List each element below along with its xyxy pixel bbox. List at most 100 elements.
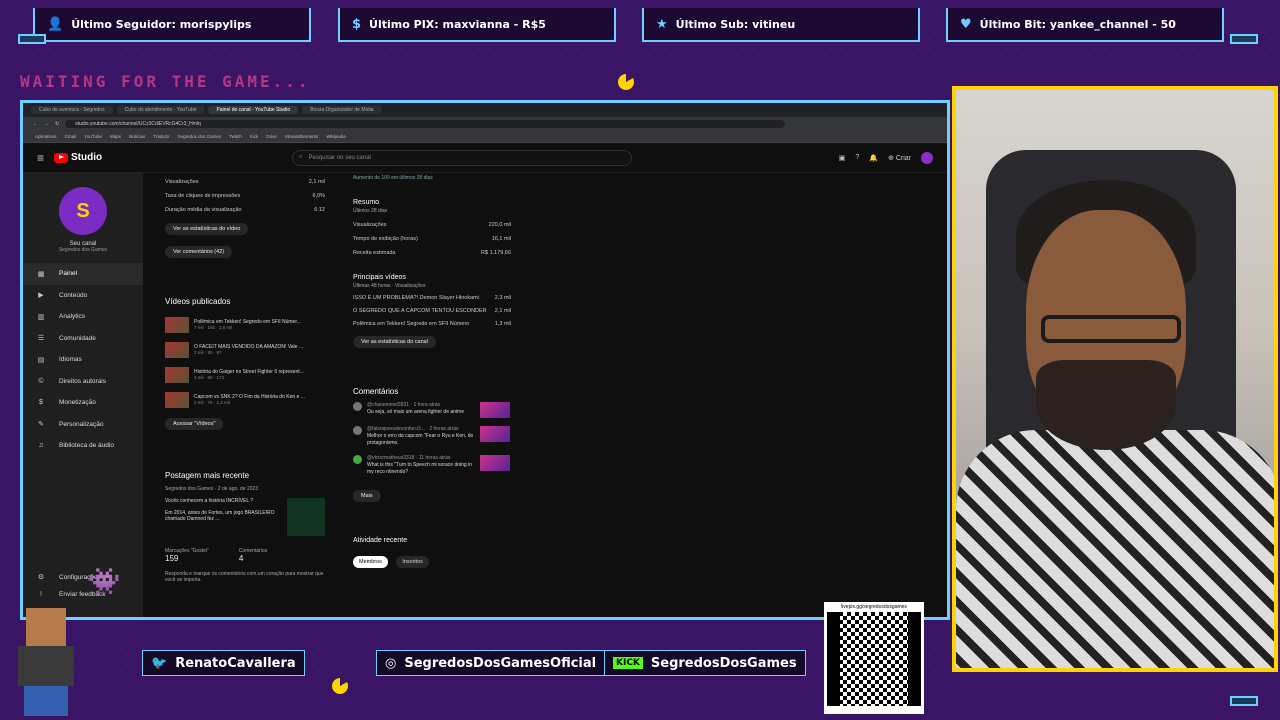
post-reply-hint: Responda e marque os comentários com um … [165,571,324,583]
sidebar-item-audio-library[interactable]: ♫ Biblioteca de áudio [23,435,143,457]
corner-decoration [1230,696,1258,706]
sidebar-item-copyright[interactable]: © Direitos autorais [23,371,143,393]
browser-tab[interactable]: Cubo do atendimento - YouTube [116,106,205,114]
sidebar-item-label: Conteúdo [59,291,88,299]
create-button[interactable]: ⊕ Criar [888,154,911,162]
search-placeholder: Pesquisar no seu canal [308,154,371,161]
comments-button[interactable]: Ver comentários (42) [165,246,233,258]
hamburger-menu-icon[interactable]: ≡ [37,151,44,165]
video-item[interactable]: Capcom vs SNK 2? O Fim da História do Ke… [165,387,325,412]
sidebar-item-content[interactable]: ▶ Conteúdo [23,285,143,307]
browser-tabs: Cubo de aventura - Segredos Cubo do aten… [23,103,947,117]
video-meta: 3 mil · 60 · 173 [194,375,225,381]
wand-icon: ✎ [38,421,44,429]
post-image[interactable] [287,498,325,536]
stat-row: Visualizações 2,1 mil [165,175,325,189]
studio-header: ≡ Studio ⌕ Pesquisar no seu canal ▣ ? 🔔 … [23,143,947,173]
comment-item[interactable]: @victormatheus3318 · 11 horas atrás What … [353,455,511,476]
bookmark[interactable]: Twitch [229,134,242,139]
stat-label: Taxa de cliques de impressões [165,193,241,199]
access-videos-button[interactable]: Acessar "Vídeos" [165,418,224,430]
comment-item[interactable]: @chaoemmel3831 · 1 hora atrás Ou seja, só… [353,402,511,418]
top-video-views: 1,3 mil [494,320,511,327]
channel-stats-button[interactable]: Ver as estatísticas do canal [353,336,436,348]
streamer-beard [1036,360,1176,450]
copyright-icon: © [38,377,44,385]
stat-value: 6:12 [314,207,325,213]
sidebar-item-community[interactable]: ☰ Comunidade [23,328,143,350]
sidebar-item-analytics[interactable]: ▥ Analytics [23,306,143,328]
live-icon[interactable]: ▣ [839,154,846,162]
help-icon[interactable]: ? [855,154,859,161]
post-text: Em 2014, antes de Fortes, um jogo BRASIL… [165,510,275,522]
search-icon: ⌕ [299,154,303,160]
sidebar-item-customization[interactable]: ✎ Personalização [23,414,143,436]
forward-icon[interactable]: → [44,121,49,127]
bookmark[interactable]: Traduzir [153,134,169,139]
video-item[interactable]: Polêmica em Tekken! Segredo em SFII Núme… [165,312,325,337]
stat-row: Taxa de cliques de impressões 6,0% [165,189,325,203]
tab-members[interactable]: Membros [353,556,388,568]
corner-decoration [1230,34,1258,44]
notifications-icon[interactable]: 🔔 [869,154,878,162]
youtube-play-icon [54,152,69,163]
browser-tab-active[interactable]: Painel do canal - YouTube Studio [208,106,299,114]
reload-icon[interactable]: ↻ [55,121,59,127]
bookmark[interactable]: Notícias [129,134,145,139]
video-item[interactable]: O FACEIT MAIS VENDIDO DA AMAZON! Vale ..… [165,337,325,362]
account-avatar[interactable] [921,151,933,164]
bookmark[interactable]: Wikipedia [326,134,346,139]
comment-text: Melhor o erro da capcom "Fear o Ryu e Ke… [367,433,474,446]
screen-capture: Cubo de aventura - Segredos Cubo do aten… [20,100,950,620]
webcam-feed [952,86,1278,672]
pacman-icon [332,678,348,694]
post-stats: Marcações "Gostei" 159 Comentários 4 [165,548,325,563]
top-video-row[interactable]: O SEGREDO QUE A CAPCOM TENTOU ESCONDER 2,… [353,304,511,317]
video-thumbnail [165,316,189,333]
bookmark[interactable]: YouTube [84,134,102,139]
top-video-row[interactable]: ISSO É UM PROBLEMA?! Demon Slayer Hinoka… [353,291,511,304]
url-field[interactable]: studio.youtube.com/channel/UCz3CdiEVRcG4… [65,120,786,128]
create-label: Criar [895,154,911,162]
bookmark[interactable]: StreamElements [285,134,318,139]
search-input[interactable]: ⌕ Pesquisar no seu canal [292,149,633,166]
dollar-icon: $ [39,399,43,407]
bookmark[interactable]: Drive [266,134,277,139]
video-thumbnail [165,341,189,358]
feedback-icon: ! [40,590,42,598]
published-videos-title: Vídeos publicados [165,297,231,306]
back-icon[interactable]: ← [33,121,38,127]
qr-code-panel: livepix.gg/segredosdosgames [824,602,924,714]
video-thumbnail [165,366,189,383]
gear-icon: ⚙ [37,574,45,582]
browser-tab[interactable]: Cubo de aventura - Segredos [31,106,113,114]
bookmark[interactable]: Maps [110,134,121,139]
comment-author: @victormatheus3318 · 11 horas atrás [367,455,451,461]
top-video-row[interactable]: Polêmica em Tekken! Segredo em SFII Núme… [353,317,511,330]
bookmark[interactable]: Segredos dos Games [178,134,222,139]
languages-icon: ▤ [37,356,45,364]
corner-decoration [18,34,46,44]
qr-code [827,612,921,706]
comment-item[interactable]: @falsoqueeuteconheci3... · 2 horas atrás… [353,426,511,447]
sidebar-item-monetization[interactable]: $ Monetização [23,392,143,414]
address-bar-row: ← → ↻ studio.youtube.com/channel/UCz3Cdi… [23,117,947,131]
kick-icon: KICK [613,657,643,669]
alert-sub-text: Último Sub: vitineu [675,17,796,31]
more-button[interactable]: Mais [353,490,381,502]
video-stats-button[interactable]: Ver as estatísticas do vídeo [165,223,249,235]
summary-label: Receita estimada [353,250,396,256]
bookmark[interactable]: Gmail [65,134,77,139]
video-item[interactable]: História do Gaiger no Street Fighter 6 r… [165,362,325,387]
streamer-shirt [956,430,1274,668]
studio-logo-text: Studio [71,152,103,163]
browser-tab[interactable]: Bossa Organizador de Mídia [302,106,382,114]
bookmark[interactable]: Aplicativos [35,134,57,139]
channel-avatar[interactable]: S [59,187,107,235]
post-text: Vocês conhecem a história INCRÍVEL ? [165,498,254,504]
bookmark[interactable]: Kick [250,134,259,139]
studio-logo[interactable]: Studio [54,152,102,163]
sidebar-item-dashboard[interactable]: ▦ Painel [23,263,143,285]
tab-subscribers[interactable]: Inscritos [396,556,429,568]
sidebar-item-languages[interactable]: ▤ Idiomas [23,349,143,371]
